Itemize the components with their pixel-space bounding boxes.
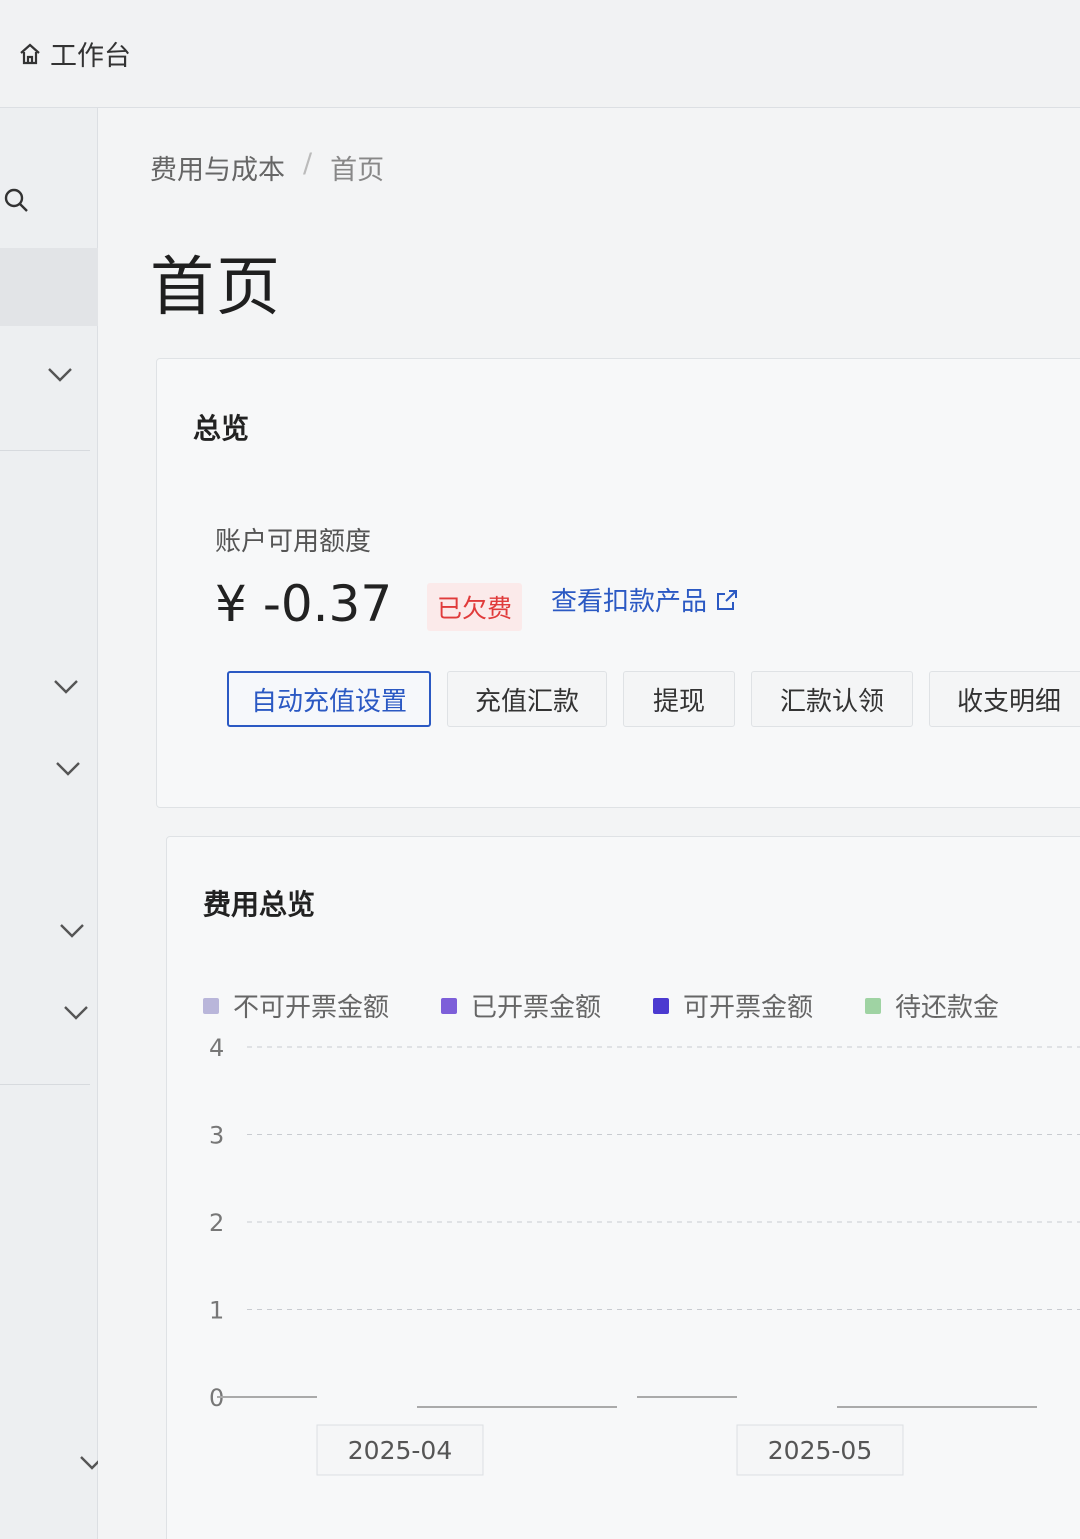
breadcrumb: 费用与成本 / 首页: [150, 148, 384, 187]
legend-label: 可开票金额: [683, 993, 814, 1023]
home-icon: [20, 43, 40, 64]
remittance-claim-button[interactable]: 汇款认领: [751, 671, 913, 727]
breadcrumb-current: 首页: [330, 155, 385, 186]
y-tick-label: 4: [209, 1034, 224, 1062]
legend-label: 不可开票金额: [233, 993, 390, 1023]
sidebar: [0, 108, 104, 1539]
legend-item[interactable]: 已开票金额: [441, 987, 601, 1024]
legend-swatch: [865, 997, 882, 1014]
chevron-down-icon[interactable]: [58, 922, 86, 940]
main-content: 费用与成本 / 首页 首页 总览 账户可用额度 ¥ -0.37 已欠费 查看扣款…: [98, 108, 1080, 1539]
y-tick-label: 2: [209, 1209, 224, 1237]
cost-overview-card: 费用总览 不可开票金额 已开票金额 可开票金额 待还款金 0 1 2 3 4 2025-0…: [166, 836, 1080, 1539]
auto-recharge-settings-button[interactable]: 自动充值设置: [227, 671, 431, 727]
chart-legend: 不可开票金额 已开票金额 可开票金额 待还款金: [203, 987, 999, 1024]
view-deduction-products-link[interactable]: 查看扣款产品: [551, 581, 739, 618]
account-balance-label: 账户可用额度: [215, 527, 372, 557]
workbench-label: 工作台: [50, 41, 131, 72]
legend-item[interactable]: 可开票金额: [653, 987, 813, 1024]
legend-swatch: [441, 997, 458, 1014]
sidebar-divider: [0, 1084, 90, 1085]
x-tick-label: 2025-05: [768, 1436, 872, 1465]
y-tick-label: 3: [209, 1122, 224, 1150]
chevron-down-icon[interactable]: [52, 678, 80, 696]
cost-overview-title: 费用总览: [203, 888, 316, 921]
sidebar-divider: [0, 450, 90, 451]
account-balance: ¥ -0.37: [215, 575, 392, 633]
legend-swatch: [653, 997, 670, 1014]
workbench-link[interactable]: 工作台: [18, 34, 131, 73]
page-title: 首页: [150, 251, 282, 325]
cost-chart: 012342025-04 2025-05: [209, 1034, 1080, 1476]
top-bar: 工作台: [0, 0, 1080, 108]
transaction-details-button[interactable]: 收支明细: [929, 671, 1080, 727]
legend-label: 已开票金额: [471, 993, 602, 1023]
external-link-icon: [717, 589, 738, 610]
legend-label: 待还款金: [895, 993, 1000, 1023]
chevron-down-icon[interactable]: [46, 366, 74, 384]
currency-symbol: ¥: [215, 575, 247, 633]
breadcrumb-separator: /: [303, 148, 313, 179]
x-tick-label: 2025-04: [348, 1436, 452, 1465]
chevron-down-icon[interactable]: [62, 1004, 90, 1022]
legend-swatch: [203, 997, 219, 1014]
search-icon[interactable]: [2, 186, 30, 214]
chevron-down-icon[interactable]: [54, 760, 82, 778]
legend-item[interactable]: 待还款金: [865, 987, 999, 1024]
breadcrumb-parent[interactable]: 费用与成本: [150, 148, 285, 187]
view-deduction-products-label: 查看扣款产品: [551, 587, 708, 617]
withdraw-button[interactable]: 提现: [623, 671, 735, 727]
overview-card: 总览 账户可用额度 ¥ -0.37 已欠费 查看扣款产品 自动充值设置 充值汇款…: [156, 358, 1080, 808]
status-badge: 已欠费: [427, 583, 523, 631]
y-tick-label: 1: [209, 1297, 224, 1325]
recharge-button[interactable]: 充值汇款: [447, 671, 607, 727]
legend-item[interactable]: 不可开票金额: [203, 987, 389, 1024]
balance-amount: -0.37: [262, 575, 393, 633]
overview-title: 总览: [193, 412, 250, 445]
sidebar-active-item[interactable]: [0, 248, 98, 326]
